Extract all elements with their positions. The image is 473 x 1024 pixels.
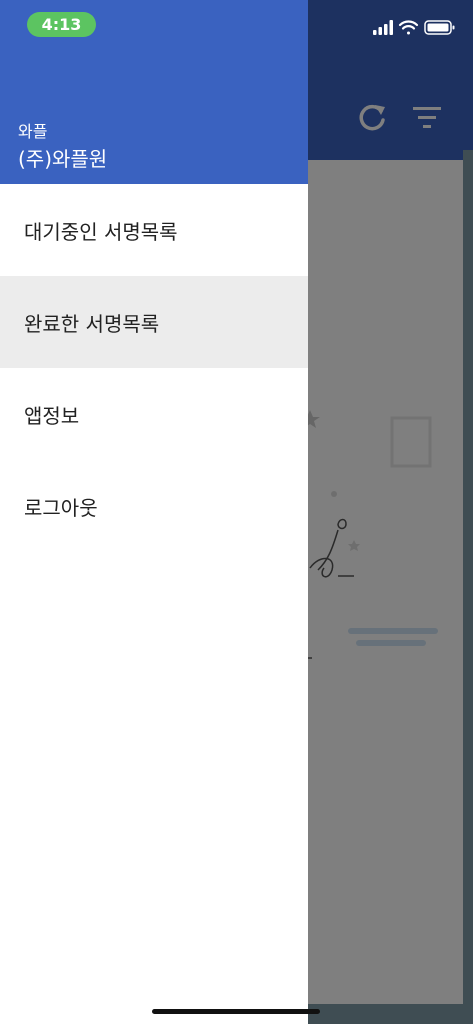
cellular-signal-icon (373, 20, 393, 35)
menu-item-completed-signatures[interactable]: 완료한 서명목록 (0, 276, 308, 368)
status-time: 4:13 (27, 12, 96, 37)
home-indicator[interactable] (152, 1009, 320, 1014)
system-status-icons (373, 20, 455, 35)
wifi-icon (398, 20, 419, 35)
menu-item-app-info[interactable]: 앱정보 (0, 368, 308, 460)
battery-icon (424, 20, 455, 35)
company-short-name: 와플 (18, 122, 48, 141)
menu-item-pending-signatures[interactable]: 대기중인 서명목록 (0, 184, 308, 276)
navigation-drawer: 와플 (주)와플원 대기중인 서명목록 완료한 서명목록 앱정보 로그아웃 (0, 0, 308, 1024)
menu-item-logout[interactable]: 로그아웃 (0, 460, 308, 552)
company-full-name: (주)와플원 (18, 147, 108, 171)
drawer-menu: 대기중인 서명목록 완료한 서명목록 앱정보 로그아웃 (0, 184, 308, 552)
